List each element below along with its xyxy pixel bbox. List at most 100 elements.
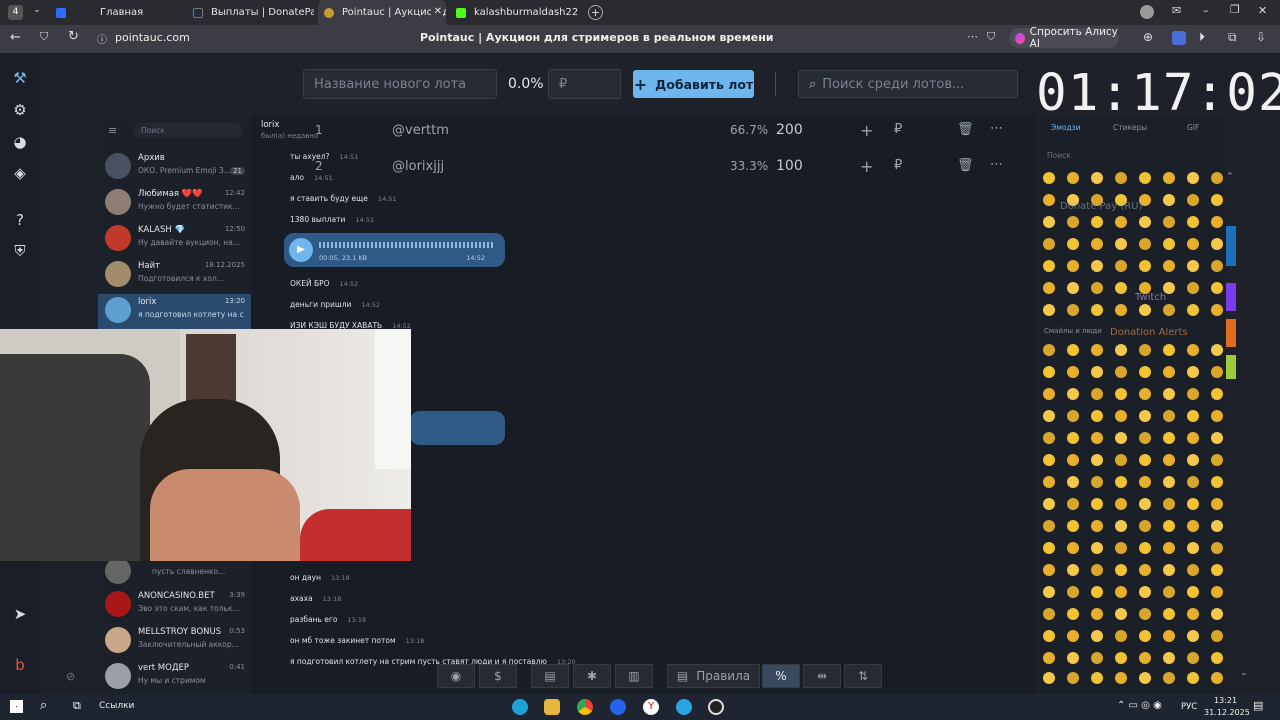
translate-icon[interactable]: ⊕ bbox=[1143, 30, 1153, 44]
yandex-icon[interactable]: Y bbox=[643, 699, 659, 715]
emoji-icon[interactable] bbox=[1139, 366, 1151, 378]
emoji-icon[interactable] bbox=[1139, 454, 1151, 466]
explorer-icon[interactable] bbox=[544, 699, 560, 715]
emoji-icon[interactable] bbox=[1043, 586, 1055, 598]
emoji-icon[interactable] bbox=[1067, 608, 1079, 620]
list-item[interactable]: lorix я подготовил котлету на ст... 13:20 bbox=[98, 294, 251, 330]
emoji-icon[interactable] bbox=[1115, 304, 1127, 316]
emoji-icon[interactable] bbox=[1115, 238, 1127, 250]
emoji-icon[interactable] bbox=[1139, 216, 1151, 228]
emoji-icon[interactable] bbox=[1139, 388, 1151, 400]
emoji-icon[interactable] bbox=[1187, 432, 1199, 444]
edge-icon[interactable] bbox=[512, 699, 528, 715]
emoji-icon[interactable] bbox=[1091, 238, 1103, 250]
emoji-icon[interactable] bbox=[1211, 410, 1223, 422]
service-donationalerts[interactable]: Donation Alerts bbox=[1110, 327, 1188, 338]
emoji-icon[interactable] bbox=[1139, 260, 1151, 272]
emoji-icon[interactable] bbox=[1187, 388, 1199, 400]
delete-icon[interactable]: 🗑 bbox=[957, 122, 974, 137]
emoji-icon[interactable] bbox=[1139, 172, 1151, 184]
tab-pointauc[interactable]: Pointauc | Аукцион для ✕ bbox=[318, 0, 446, 25]
emoji-icon[interactable] bbox=[1067, 520, 1079, 532]
emoji-icon[interactable] bbox=[1115, 282, 1127, 294]
emoji-icon[interactable] bbox=[1091, 542, 1103, 554]
clear-icon[interactable]: ▥ bbox=[615, 664, 653, 688]
list-item[interactable]: Любимая ❤️❤️ Нужно будет статистик... 12:4… bbox=[98, 186, 251, 222]
emoji-icon[interactable] bbox=[1187, 586, 1199, 598]
emoji-icon[interactable] bbox=[1163, 672, 1175, 684]
percent-toggle[interactable]: % bbox=[762, 664, 800, 688]
service-donatepay[interactable]: Donate Pay (RU) bbox=[1060, 201, 1142, 212]
close-icon[interactable]: ✕ bbox=[430, 6, 442, 17]
lot-name[interactable]: @verttm bbox=[392, 123, 449, 138]
emoji-icon[interactable] bbox=[1091, 282, 1103, 294]
emoji-icon[interactable] bbox=[1163, 608, 1175, 620]
emoji-icon[interactable] bbox=[1211, 260, 1223, 272]
emoji-icon[interactable] bbox=[1115, 454, 1127, 466]
emoji-icon[interactable] bbox=[1163, 194, 1175, 206]
screencast-icon[interactable]: ⏵ bbox=[1199, 30, 1205, 45]
emoji-icon[interactable] bbox=[1139, 630, 1151, 642]
emoji-icon[interactable] bbox=[1091, 304, 1103, 316]
auction-hammer-icon[interactable]: ⚒ bbox=[11, 69, 29, 87]
new-tab-button[interactable]: + bbox=[588, 5, 603, 20]
emoji-icon[interactable] bbox=[1187, 608, 1199, 620]
emoji-icon[interactable] bbox=[1139, 520, 1151, 532]
emoji-icon[interactable] bbox=[1115, 498, 1127, 510]
emoji-icon[interactable] bbox=[1043, 564, 1055, 576]
emoji-icon[interactable] bbox=[1091, 672, 1103, 684]
list-item[interactable]: ANONCASINO.BET Эво это скам, как тольк...… bbox=[98, 588, 251, 624]
list-item[interactable]: MELLSTROY BONUS Заключительный аккор... 0:… bbox=[98, 624, 251, 660]
window-close-icon[interactable]: ✕ bbox=[1258, 4, 1267, 17]
emoji-icon[interactable] bbox=[1091, 260, 1103, 272]
emoji-icon[interactable] bbox=[1043, 542, 1055, 554]
sort-icon[interactable]: ⇅ bbox=[844, 664, 882, 688]
emoji-icon[interactable] bbox=[1139, 344, 1151, 356]
emoji-icon[interactable] bbox=[1163, 498, 1175, 510]
tab-home[interactable]: Главная bbox=[56, 0, 184, 25]
new-lot-input[interactable]: Название нового лота bbox=[303, 69, 497, 99]
emoji-icon[interactable] bbox=[1115, 564, 1127, 576]
emoji-icon[interactable] bbox=[1187, 194, 1199, 206]
emoji-icon[interactable] bbox=[1043, 498, 1055, 510]
tab-kick[interactable]: kalashburmaldash228 Stre bbox=[452, 0, 579, 25]
emoji-icon[interactable] bbox=[1211, 344, 1223, 356]
emoji-icon[interactable] bbox=[1115, 260, 1127, 272]
emoji-icon[interactable] bbox=[1139, 586, 1151, 598]
emoji-icon[interactable] bbox=[1043, 454, 1055, 466]
emoji-icon[interactable] bbox=[1163, 304, 1175, 316]
emoji-icon[interactable] bbox=[1211, 432, 1223, 444]
emoji-icon[interactable] bbox=[1091, 630, 1103, 642]
emoji-icon[interactable] bbox=[1091, 608, 1103, 620]
rules-button[interactable]: ▤ Правила bbox=[667, 664, 760, 688]
emoji-icon[interactable] bbox=[1115, 432, 1127, 444]
emoji-icon[interactable] bbox=[1115, 672, 1127, 684]
stickers-tab[interactable]: Стикеры bbox=[1113, 123, 1147, 132]
emoji-icon[interactable] bbox=[1067, 410, 1079, 422]
emoji-icon[interactable] bbox=[1139, 564, 1151, 576]
emoji-icon[interactable] bbox=[1091, 454, 1103, 466]
emoji-icon[interactable] bbox=[1187, 410, 1199, 422]
shield-icon[interactable]: ⛉ bbox=[40, 30, 48, 44]
alice-button[interactable]: Спросить Алису AI bbox=[1009, 26, 1119, 50]
emoji-icon[interactable] bbox=[1211, 542, 1223, 554]
emoji-icon[interactable] bbox=[1211, 564, 1223, 576]
emoji-icon[interactable] bbox=[1115, 520, 1127, 532]
telegram-task-icon[interactable] bbox=[676, 699, 692, 715]
emoji-icon[interactable] bbox=[1043, 630, 1055, 642]
emoji-icon[interactable] bbox=[1091, 476, 1103, 488]
emoji-icon[interactable] bbox=[1067, 672, 1079, 684]
emoji-icon[interactable] bbox=[1211, 454, 1223, 466]
table-row[interactable]: 1 @verttm 66.7% 200 + ₽ 🗑 ⋯ bbox=[300, 113, 1030, 149]
emoji-icon[interactable] bbox=[1091, 344, 1103, 356]
hidden-eye-icon[interactable]: ⊘ bbox=[66, 670, 75, 683]
emoji-icon[interactable] bbox=[1163, 172, 1175, 184]
emoji-icon[interactable] bbox=[1163, 260, 1175, 272]
emoji-icon[interactable] bbox=[1163, 630, 1175, 642]
extension-icon[interactable] bbox=[1172, 31, 1186, 45]
downloads-icon[interactable]: ⇩ bbox=[1256, 30, 1266, 44]
emoji-icon[interactable] bbox=[1091, 432, 1103, 444]
emoji-icon[interactable] bbox=[1163, 388, 1175, 400]
emoji-icon[interactable] bbox=[1187, 520, 1199, 532]
obs-icon[interactable] bbox=[708, 699, 724, 715]
